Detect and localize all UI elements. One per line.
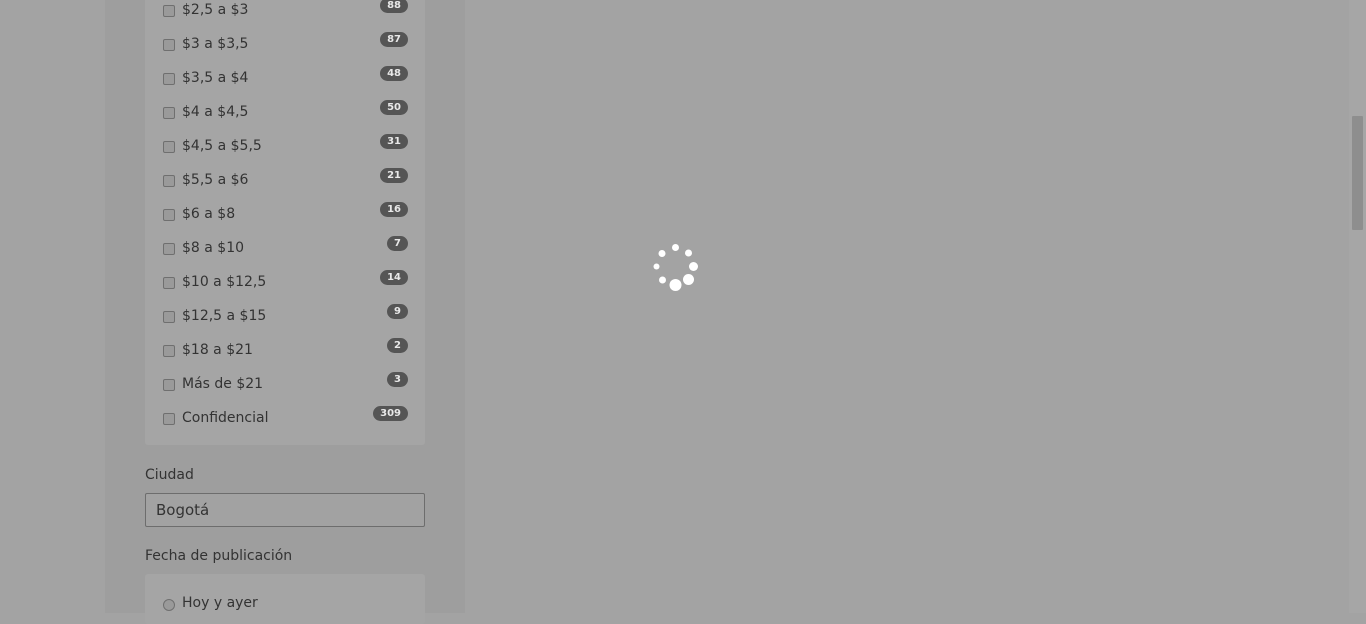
count-badge: 21 xyxy=(380,168,408,183)
date-filter-panel: Hoy y ayer xyxy=(145,574,425,624)
count-badge: 3 xyxy=(387,372,408,387)
salary-option-label: $3 a $3,5 xyxy=(182,36,249,52)
salary-checkbox[interactable] xyxy=(163,379,175,391)
salary-option[interactable]: $10 a $12,5 14 xyxy=(163,270,408,293)
salary-option-label: $10 a $12,5 xyxy=(182,274,267,290)
salary-checkbox[interactable] xyxy=(163,107,175,119)
salary-option[interactable]: $5,5 a $6 21 xyxy=(163,168,408,191)
salary-option[interactable]: $2,5 a $3 88 xyxy=(163,0,408,21)
salary-option-label: $12,5 a $15 xyxy=(182,308,267,324)
salary-option[interactable]: $3,5 a $4 48 xyxy=(163,66,408,89)
city-filter-label: Ciudad xyxy=(145,467,194,483)
salary-option-label: $18 a $21 xyxy=(182,342,253,358)
date-filter-label: Fecha de publicación xyxy=(145,548,293,564)
date-radio[interactable] xyxy=(163,599,175,611)
salary-option[interactable]: $18 a $21 2 xyxy=(163,338,408,361)
loading-spinner-icon xyxy=(651,242,701,292)
salary-option[interactable]: $8 a $10 7 xyxy=(163,236,408,259)
salary-option-label: $3,5 a $4 xyxy=(182,70,249,86)
count-badge: 2 xyxy=(387,338,408,353)
scrollbar-thumb[interactable] xyxy=(1352,116,1363,230)
salary-option[interactable]: $12,5 a $15 9 xyxy=(163,304,408,327)
salary-checkbox[interactable] xyxy=(163,39,175,51)
count-badge: 31 xyxy=(380,134,408,149)
salary-checkbox[interactable] xyxy=(163,5,175,17)
salary-option-label: $2,5 a $3 xyxy=(182,2,249,18)
count-badge: 7 xyxy=(387,236,408,251)
date-option-label: Hoy y ayer xyxy=(182,595,258,611)
count-badge: 9 xyxy=(387,304,408,319)
salary-checkbox[interactable] xyxy=(163,243,175,255)
salary-option-label: Más de $21 xyxy=(182,376,264,392)
salary-option[interactable]: $4,5 a $5,5 31 xyxy=(163,134,408,157)
salary-option-label: Confidencial xyxy=(182,410,269,426)
salary-checkbox[interactable] xyxy=(163,141,175,153)
city-input-value: Bogotá xyxy=(156,501,210,519)
vertical-scrollbar[interactable] xyxy=(1349,0,1366,613)
salary-checkbox[interactable] xyxy=(163,311,175,323)
count-badge: 14 xyxy=(380,270,408,285)
salary-filter-panel: $2,5 a $3 88 $3 a $3,5 87 $3,5 a $4 48 $… xyxy=(145,0,425,445)
city-input[interactable]: Bogotá xyxy=(145,493,425,527)
salary-option-label: $4,5 a $5,5 xyxy=(182,138,262,154)
salary-checkbox[interactable] xyxy=(163,345,175,357)
count-badge: 48 xyxy=(380,66,408,81)
count-badge: 87 xyxy=(380,32,408,47)
salary-checkbox[interactable] xyxy=(163,413,175,425)
salary-checkbox[interactable] xyxy=(163,209,175,221)
count-badge: 50 xyxy=(380,100,408,115)
salary-option-label: $4 a $4,5 xyxy=(182,104,249,120)
salary-option[interactable]: $3 a $3,5 87 xyxy=(163,32,408,55)
salary-checkbox[interactable] xyxy=(163,277,175,289)
salary-option[interactable]: $4 a $4,5 50 xyxy=(163,100,408,123)
salary-option-label: $6 a $8 xyxy=(182,206,236,222)
salary-option-label: $8 a $10 xyxy=(182,240,245,256)
salary-option[interactable]: Confidencial 309 xyxy=(163,406,408,429)
count-badge: 309 xyxy=(373,406,408,421)
count-badge: 88 xyxy=(380,0,408,13)
count-badge: 16 xyxy=(380,202,408,217)
salary-option[interactable]: Más de $21 3 xyxy=(163,372,408,395)
filters-sidebar: $2,5 a $3 88 $3 a $3,5 87 $3,5 a $4 48 $… xyxy=(105,0,465,624)
salary-checkbox[interactable] xyxy=(163,175,175,187)
salary-checkbox[interactable] xyxy=(163,73,175,85)
salary-option-label: $5,5 a $6 xyxy=(182,172,249,188)
salary-option[interactable]: $6 a $8 16 xyxy=(163,202,408,225)
